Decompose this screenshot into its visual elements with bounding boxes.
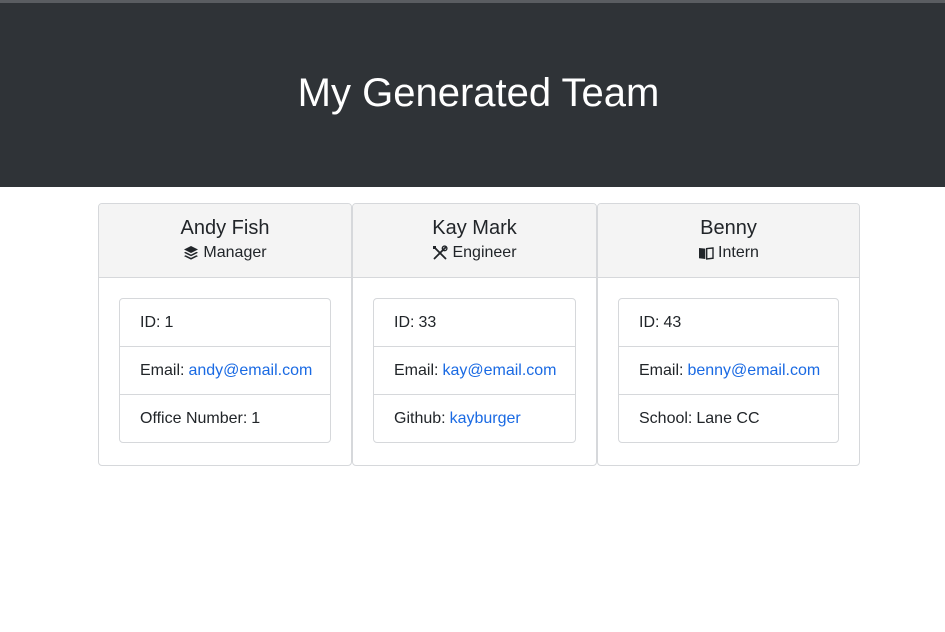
- id-label: ID:: [140, 313, 161, 331]
- detail-email: Email: andy@email.com: [120, 347, 330, 395]
- member-name: Kay Mark: [432, 217, 517, 239]
- member-role-label: Engineer: [452, 244, 517, 261]
- tools-icon: [433, 245, 449, 260]
- detail-email: Email: kay@email.com: [374, 347, 575, 395]
- detail-id: ID: 1: [120, 299, 330, 347]
- member-role: Intern: [598, 243, 859, 263]
- email-link[interactable]: andy@email.com: [188, 362, 312, 380]
- member-name: Benny: [700, 217, 757, 239]
- id-value: 33: [418, 313, 437, 331]
- card-header: Andy Fish Manager: [99, 204, 351, 278]
- team-member-card-engineer: Kay Mark Engineer ID: 33 Email: kay@emai…: [352, 203, 597, 466]
- team-member-card-intern: Benny Intern ID: 43 Email: benny@email.c…: [597, 203, 860, 466]
- github-label: Github:: [394, 409, 446, 427]
- detail-office-number: Office Number: 1: [120, 395, 330, 442]
- detail-email: Email: benny@email.com: [619, 347, 838, 395]
- member-role: Engineer: [353, 243, 596, 263]
- detail-github: Github: kayburger: [374, 395, 575, 442]
- email-label: Email:: [639, 361, 684, 379]
- book-icon: [699, 247, 714, 260]
- member-role-label: Manager: [203, 244, 267, 261]
- member-role-label: Intern: [718, 244, 759, 261]
- card-header: Benny Intern: [598, 204, 859, 278]
- detail-id: ID: 43: [619, 299, 838, 347]
- email-link[interactable]: kay@email.com: [442, 362, 556, 380]
- office-number-label: Office Number:: [140, 409, 248, 427]
- member-role: Manager: [99, 243, 351, 263]
- office-number-value: 1: [251, 409, 261, 427]
- id-value: 1: [164, 313, 174, 331]
- member-details-list: ID: 33 Email: kay@email.com Github: kayb…: [373, 298, 576, 443]
- id-label: ID:: [394, 313, 415, 331]
- school-value: Lane CC: [696, 409, 760, 427]
- team-member-card-manager: Andy Fish Manager ID: 1 Email: andy@emai…: [98, 203, 352, 466]
- card-header: Kay Mark Engineer: [353, 204, 596, 278]
- id-label: ID:: [639, 313, 660, 331]
- detail-school: School: Lane CC: [619, 395, 838, 442]
- detail-id: ID: 33: [374, 299, 575, 347]
- email-link[interactable]: benny@email.com: [687, 362, 820, 380]
- layers-icon: [184, 246, 199, 260]
- id-value: 43: [663, 313, 682, 331]
- page-title: My Generated Team: [297, 70, 660, 115]
- email-label: Email:: [140, 361, 185, 379]
- member-details-list: ID: 43 Email: benny@email.com School: La…: [618, 298, 839, 443]
- page-header: My Generated Team: [0, 3, 945, 187]
- github-link[interactable]: kayburger: [450, 410, 521, 428]
- member-name: Andy Fish: [180, 217, 270, 239]
- email-label: Email:: [394, 361, 439, 379]
- school-label: School:: [639, 409, 693, 427]
- member-details-list: ID: 1 Email: andy@email.com Office Numbe…: [119, 298, 331, 443]
